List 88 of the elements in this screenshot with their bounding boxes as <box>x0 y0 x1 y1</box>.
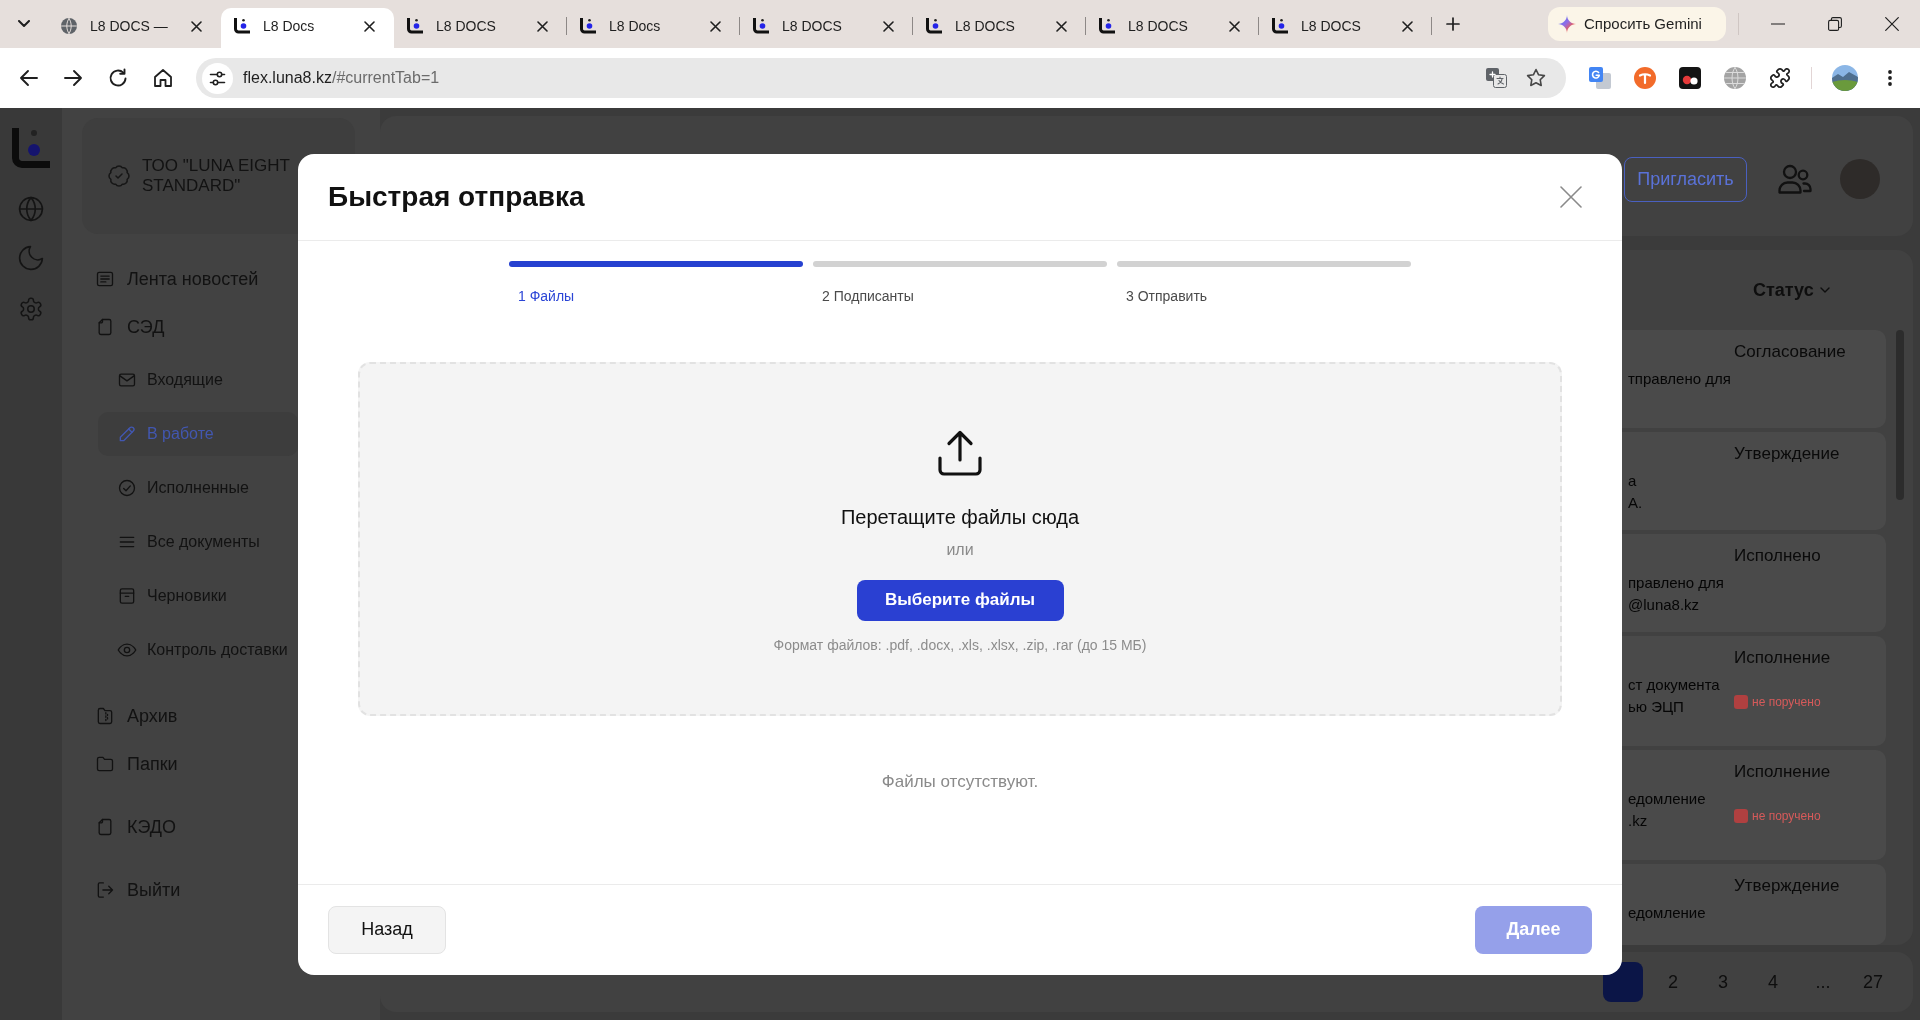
table-cell-text: .kz <box>1628 811 1649 831</box>
logo-icon <box>407 18 423 34</box>
close-icon[interactable] <box>1402 20 1413 32</box>
browser-tab[interactable]: L8 DOCS <box>1086 8 1259 48</box>
forward-arrow-icon[interactable] <box>63 68 83 88</box>
archive-box-icon <box>117 586 137 606</box>
close-icon[interactable] <box>1884 17 1899 31</box>
table-cell-text: А. <box>1628 493 1644 513</box>
logo-icon <box>1272 18 1288 34</box>
empty-message: Файлы отсутствуют. <box>881 770 1039 793</box>
close-icon[interactable] <box>883 20 894 32</box>
badge-check-icon <box>107 164 131 188</box>
more-menu-icon[interactable] <box>1888 70 1892 86</box>
reload-icon[interactable] <box>108 68 128 88</box>
status-text: Исполнение <box>1734 647 1831 669</box>
close-icon[interactable] <box>710 20 721 32</box>
browser-tab[interactable]: L8 DOCS <box>1259 8 1432 48</box>
logo-icon <box>580 18 596 34</box>
status-text: Исполнено <box>1734 545 1821 567</box>
puzzle-icon[interactable] <box>1769 67 1791 89</box>
table-cell-text: ью ЭЦП <box>1628 697 1685 717</box>
status-text: Исполнение <box>1734 761 1831 783</box>
table-cell-text: ст документа <box>1628 675 1721 695</box>
step-label: 1 Файлы <box>517 286 576 306</box>
drop-zone[interactable]: Перетащите файлы сюда или Выберите файлы Формат файлов: .pdf, .docx, .xls, .xlsx, .zip, .rar (до 15 МБ) <box>358 361 1562 716</box>
url-text: flex.luna8.kz/#currentTab=1 <box>243 68 440 88</box>
table-cell-text: правлено для <box>1628 573 1725 593</box>
logo-icon <box>926 18 942 34</box>
table-cell-text: тправлено для <box>1628 369 1732 389</box>
upload-icon <box>938 429 982 476</box>
logo-icon <box>234 18 250 34</box>
minimize-icon[interactable] <box>1770 23 1785 25</box>
format-hint: Формат файлов: .pdf, .docx, .xls, .xlsx, .zip, .rar (до 15 МБ) <box>773 635 1147 655</box>
drop-prompt: Перетащите файлы сюда <box>840 504 1080 530</box>
address-bar[interactable]: flex.luna8.kz/#currentTab=1 <box>196 58 1566 98</box>
restore-icon[interactable] <box>1827 17 1842 31</box>
close-icon[interactable] <box>537 20 548 32</box>
close-icon[interactable] <box>1229 20 1240 32</box>
status-text: Утверждение <box>1734 443 1840 465</box>
browser-tab[interactable]: L8 DOCS <box>740 8 913 48</box>
page-button[interactable]: ... <box>1803 962 1843 1002</box>
back-button[interactable]: Назад <box>328 905 446 954</box>
browser-tab[interactable]: L8 Docs <box>221 8 394 48</box>
back-arrow-icon[interactable] <box>19 68 39 88</box>
star-icon[interactable] <box>1526 68 1546 88</box>
chevron-down-icon[interactable] <box>18 20 30 28</box>
browser-tab[interactable]: L8 DOCS — <box>48 8 221 48</box>
zipped-folder-icon <box>95 706 115 726</box>
logo-icon <box>753 18 769 34</box>
table-cell-text: а <box>1628 471 1638 491</box>
status-square-icon <box>1734 695 1748 709</box>
step-label: 2 Подписанты <box>821 286 915 306</box>
close-icon[interactable] <box>1056 20 1067 32</box>
step-label: 3 Отправить <box>1125 286 1209 306</box>
status-text: Утверждение <box>1734 875 1840 897</box>
site-settings-icon[interactable] <box>202 62 233 94</box>
newspaper-icon <box>95 269 115 289</box>
gemini-button[interactable]: Спросить Gemini <box>1548 7 1726 41</box>
status-text: Согласование <box>1734 341 1846 363</box>
translate-icon[interactable] <box>1486 68 1507 88</box>
close-icon[interactable] <box>364 20 375 32</box>
sparkle-icon <box>1558 15 1576 33</box>
folder-icon <box>95 754 115 774</box>
plus-icon[interactable] <box>1446 17 1460 31</box>
home-icon[interactable] <box>153 68 173 88</box>
logout-icon <box>95 880 115 900</box>
invite-button[interactable]: Пригласить <box>1624 156 1747 202</box>
nav-item[interactable]: В работе <box>98 412 298 456</box>
browser-tab[interactable]: L8 DOCS <box>394 8 567 48</box>
close-icon[interactable] <box>191 20 202 32</box>
dialog-title: Быстрая отправка <box>328 179 585 214</box>
logo-icon <box>1099 18 1115 34</box>
choose-files-button[interactable]: Выберите файлы <box>856 579 1064 621</box>
profile-avatar[interactable] <box>1832 65 1858 91</box>
check-circle-icon <box>117 478 137 498</box>
status-square-icon <box>1734 809 1748 823</box>
chevron-down-icon <box>1819 287 1830 293</box>
table-cell-text: едомление <box>1628 903 1707 923</box>
browser-tab[interactable]: L8 Docs <box>567 8 740 48</box>
pencil-icon <box>117 424 137 444</box>
extension-icon[interactable] <box>1679 67 1701 89</box>
browser-tab[interactable]: L8 DOCS <box>913 8 1086 48</box>
separator-text: или <box>946 539 974 560</box>
status-badge-label: не поручено <box>1752 808 1821 824</box>
globe-icon <box>61 18 77 34</box>
status-badge-label: не поручено <box>1752 694 1821 710</box>
table-cell-text: едомление <box>1628 789 1707 809</box>
table-cell-text: @luna8.kz <box>1628 595 1701 615</box>
